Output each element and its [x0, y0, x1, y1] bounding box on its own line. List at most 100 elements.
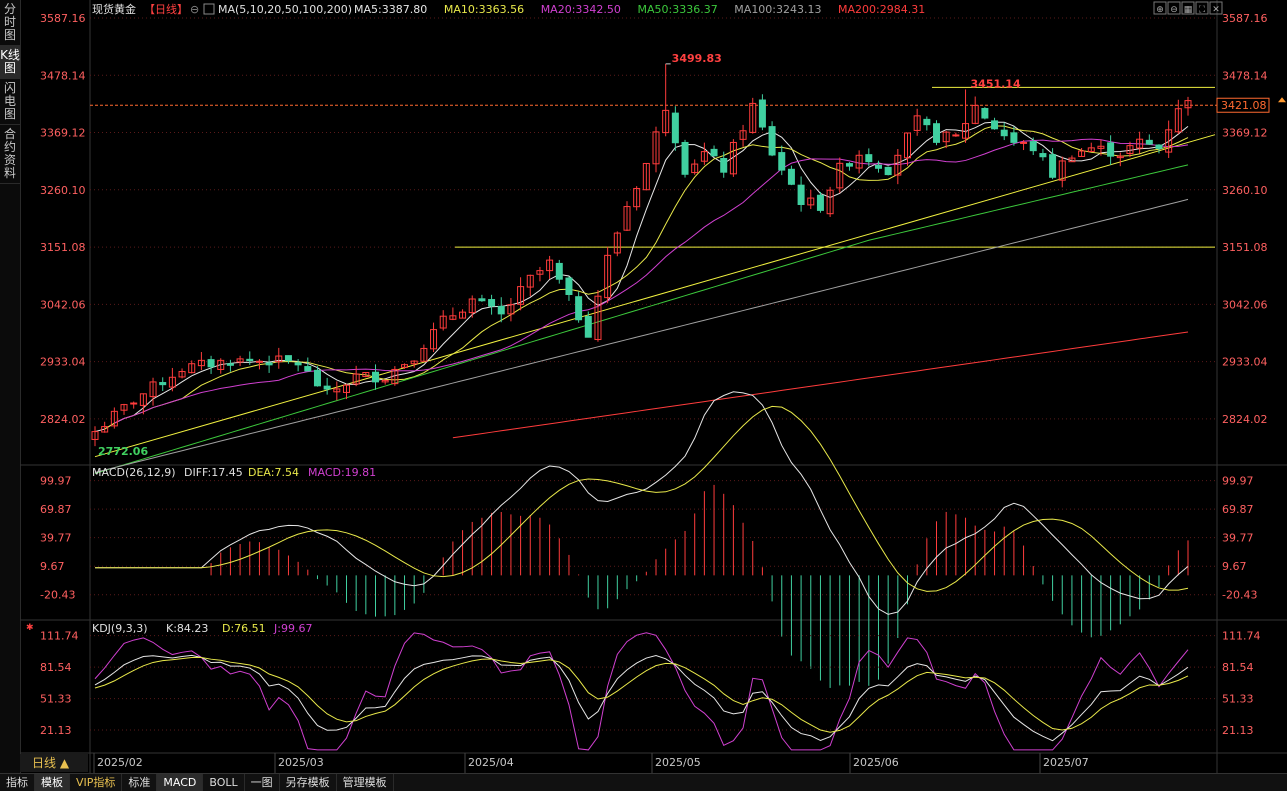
candle-body[interactable]	[555, 262, 563, 280]
candle-body[interactable]	[1010, 132, 1018, 143]
price-tick-right: 3151.08	[1222, 241, 1268, 254]
close-icon-glyph: ✕	[1212, 5, 1220, 15]
candle-body[interactable]	[313, 369, 321, 387]
candle-body[interactable]	[874, 164, 882, 169]
ma-value-4: MA100:3243.13	[734, 3, 821, 16]
bottom-toolbar: 指标 模板 VIP指标 标准 MACD BOLL 一图 另存模板 管理模板	[0, 773, 1287, 791]
macd-params: MACD(26,12,9)	[92, 466, 176, 479]
candle-body[interactable]	[372, 371, 380, 383]
candle-body[interactable]	[130, 402, 138, 405]
candle-body[interactable]	[304, 366, 312, 372]
kdj-tick-right: 21.13	[1222, 724, 1254, 737]
candle-body[interactable]	[1000, 129, 1008, 137]
price-tick-right: 2933.04	[1222, 356, 1268, 369]
candle-body[interactable]	[768, 126, 776, 156]
candle-body[interactable]	[952, 134, 960, 137]
macd-value: MACD:19.81	[308, 466, 376, 479]
candle-body[interactable]	[284, 355, 292, 362]
chart-area[interactable]: 3587.16 3587.16 3478.14 3478.14 3369.12 3369.…	[0, 0, 1287, 773]
candle-body[interactable]	[816, 194, 824, 211]
candle-body[interactable]	[681, 141, 689, 175]
candle-body[interactable]	[1145, 139, 1153, 145]
candle-body[interactable]	[1039, 153, 1047, 158]
candle-body[interactable]	[1155, 144, 1163, 149]
candle-body[interactable]	[933, 123, 941, 143]
kdj-tick-right: 111.74	[1222, 630, 1261, 643]
candle-body[interactable]	[159, 382, 167, 386]
kdj-d-line	[94, 657, 1189, 733]
zoom-out-icon-glyph: ⊖	[1170, 5, 1178, 15]
bottom-tab-7[interactable]: 另存模板	[280, 774, 337, 791]
bottom-tab-2[interactable]: VIP指标	[70, 774, 123, 791]
candle-body[interactable]	[265, 362, 273, 366]
candle-body[interactable]	[797, 184, 805, 206]
candle-body[interactable]	[246, 358, 254, 362]
low-annotation: 2772.06	[98, 445, 148, 458]
candle-body[interactable]	[720, 157, 728, 173]
candle-body[interactable]	[845, 163, 853, 167]
candle-body[interactable]	[865, 154, 873, 163]
ma-settings-icon[interactable]	[203, 3, 215, 15]
ma-value-3: MA50:3336.37	[638, 3, 718, 16]
macd-tick-right: 39.77	[1222, 532, 1254, 545]
candle-body[interactable]	[710, 148, 718, 157]
candle-body[interactable]	[207, 359, 215, 368]
candle-body[interactable]	[778, 152, 786, 171]
candle-body[interactable]	[981, 108, 989, 119]
candle-body[interactable]	[584, 315, 592, 338]
candle-body[interactable]	[226, 363, 234, 366]
price-tick-left: 2824.02	[40, 413, 86, 426]
candle-body[interactable]	[1029, 141, 1037, 152]
kdj-tick-right: 51.33	[1222, 693, 1254, 706]
ma-value-2: MA20:3342.50	[541, 3, 621, 16]
bottom-tab-4[interactable]: MACD	[157, 774, 204, 791]
candle-body[interactable]	[1049, 154, 1057, 178]
bottom-tab-8[interactable]: 管理模板	[337, 774, 394, 791]
fullscreen-icon-glyph: ⛶	[1198, 4, 1206, 15]
kdj-tick-left: 21.13	[40, 724, 72, 737]
ma200-line	[452, 331, 1189, 439]
candle-body[interactable]	[294, 362, 302, 366]
price-tick-right: 3042.06	[1222, 298, 1268, 311]
candle-body[interactable]	[884, 166, 892, 176]
candle-body[interactable]	[991, 120, 999, 130]
macd-tick-right: 69.87	[1222, 503, 1254, 516]
kdj-d: D:76.51	[222, 622, 266, 635]
time-label-2: 2025/04	[468, 756, 514, 769]
macd-tick-right: 99.97	[1222, 475, 1254, 488]
candle-body[interactable]	[1020, 141, 1028, 144]
price-tick-left: 3042.06	[40, 298, 86, 311]
candle-body[interactable]	[1107, 142, 1115, 157]
bottom-tab-3[interactable]: 标准	[122, 774, 158, 791]
kdj-tick-left: 111.74	[40, 630, 79, 643]
candle-body[interactable]	[758, 99, 766, 128]
macd-tick-left: 99.97	[40, 475, 72, 488]
macd-dea: DEA:7.54	[248, 466, 299, 479]
candle-body[interactable]	[787, 168, 795, 185]
macd-tick-right: -20.43	[1222, 589, 1257, 602]
ma20-line	[114, 138, 1189, 424]
candle-body[interactable]	[565, 277, 573, 295]
candle-body[interactable]	[488, 299, 496, 307]
bottom-tab-5[interactable]: BOLL	[203, 774, 245, 791]
candle-body[interactable]	[323, 385, 331, 390]
price-tick-right: 3369.12	[1222, 127, 1268, 140]
candle-body[interactable]	[671, 112, 679, 144]
high-annotation: 3499.83	[672, 52, 722, 65]
bottom-tab-6[interactable]: 一图	[245, 774, 280, 791]
price-tick-left: 3587.16	[40, 12, 86, 25]
price-tick-left: 3151.08	[40, 241, 86, 254]
time-label-5: 2025/07	[1043, 756, 1089, 769]
macd-tick-left: 9.67	[40, 560, 65, 573]
kdj-params: KDJ(9,3,3)	[92, 622, 148, 635]
bottom-tab-0[interactable]: 指标	[0, 774, 35, 791]
price-tick-right: 3260.10	[1222, 184, 1268, 197]
candle-body[interactable]	[478, 298, 486, 302]
price-tick-right: 2824.02	[1222, 413, 1268, 426]
candle-body[interactable]	[497, 305, 505, 315]
bottom-tab-1[interactable]: 模板	[35, 774, 70, 791]
price-alert-icon[interactable]	[1278, 97, 1286, 103]
candle-body[interactable]	[923, 118, 931, 126]
candle-body[interactable]	[575, 296, 583, 321]
time-label-1: 2025/03	[278, 756, 324, 769]
